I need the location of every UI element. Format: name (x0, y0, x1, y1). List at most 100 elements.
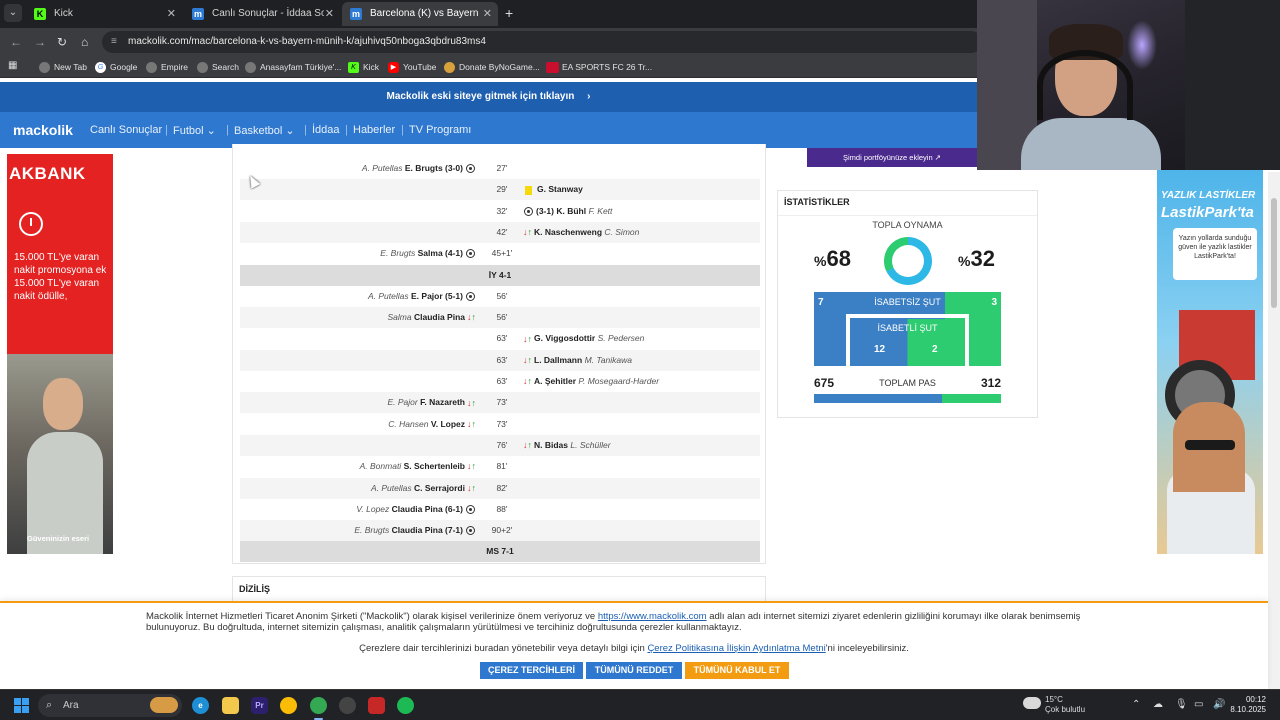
substitution-icon: ↓↑ (467, 397, 476, 408)
close-icon[interactable]: ✕ (325, 2, 334, 26)
nav-futbol[interactable]: Futbol ⌄ (173, 124, 216, 137)
away-event: ↓↑ A. Şehitler P. Mosegaard-Harder (521, 371, 659, 392)
pass-bar-home-fill (814, 394, 942, 403)
cookie-policy-link[interactable]: Çerez Politikasına İlişkin Aydınlatma Me… (647, 643, 825, 654)
akbank-ad[interactable]: AKBANK 15.000 TL'ye varan nakit promosyo… (7, 154, 113, 554)
bookmark-label: Search (212, 62, 239, 72)
event-secondary-player: E. Pajor (387, 397, 418, 408)
ad-line2: LastikPark'ta (1161, 204, 1254, 221)
ea-icon (546, 62, 559, 73)
tab-canli-sonuclar[interactable]: m Canlı Sonuçlar - İddaa Sonuçları ✕ (184, 2, 340, 26)
premiere-icon[interactable]: Pr (251, 697, 268, 714)
chrome-icon[interactable] (280, 697, 297, 714)
event-player: Salma (417, 248, 443, 259)
new-tab-plus-icon[interactable]: + (505, 4, 513, 22)
mackolik-logo[interactable]: mackolik (13, 122, 73, 138)
globe-icon (39, 62, 50, 73)
event-minute: 76' (496, 439, 508, 450)
ad-photo (7, 354, 113, 554)
nav-separator: | (401, 124, 404, 136)
substitution-icon: ↓↑ (523, 333, 532, 344)
apps-grid-icon[interactable]: ▦ (8, 60, 17, 71)
possession-label: TOPLA OYNAMA (872, 220, 943, 230)
nav-iddaa[interactable]: İddaa (312, 124, 340, 136)
bookmark-new-tab[interactable]: New Tab (39, 60, 87, 74)
chrome-profile-icon[interactable] (310, 697, 327, 720)
event-row: 29' G. Stanway (240, 179, 760, 201)
home-event: A. Putellas C. Serrajordi ↓↑ (371, 478, 478, 499)
microphone-icon[interactable]: 🎙 (1175, 699, 1188, 710)
cloud-icon (1023, 697, 1041, 709)
total-pass-row: 675 TOPLAM PAS 312 (814, 376, 1001, 392)
away-event: ↓↑ G. Viggosdottir S. Pedersen (521, 328, 644, 349)
windows-start-icon[interactable] (14, 698, 29, 713)
old-site-banner[interactable]: Mackolik eski siteye gitmek için tıklayı… (0, 82, 977, 112)
obs-icon[interactable] (339, 697, 356, 714)
bookmark-donate[interactable]: Donate ByNoGame... (444, 60, 540, 74)
shots-on-away: 2 (932, 344, 938, 355)
shots-off-target-box: İSABETSİZ ŞUT 7 3 İSABETLİ ŞUT 12 2 (814, 292, 1001, 366)
back-arrow-icon[interactable]: ← (10, 34, 22, 50)
spotify-icon[interactable] (397, 697, 414, 714)
display-icon[interactable]: ▭ (1194, 699, 1203, 710)
event-secondary-player: S. Pedersen (597, 333, 645, 344)
nav-tv-programi[interactable]: TV Programı (409, 124, 471, 136)
weather-desc: Çok bulutlu (1045, 705, 1086, 714)
edge-icon[interactable]: e (192, 697, 209, 714)
bookmark-kick[interactable]: K Kick (348, 60, 379, 74)
clock-time: 00:12 (1245, 695, 1266, 704)
nav-canli-sonuclar[interactable]: Canlı Sonuçlar (90, 124, 162, 136)
accept-all-button[interactable]: TÜMÜNÜ KABUL ET (685, 662, 789, 679)
home-icon[interactable]: ⌂ (81, 34, 88, 50)
tab-kick[interactable]: K Kick ✕ (26, 2, 182, 26)
yellow-card-icon (525, 185, 532, 195)
url-input[interactable]: ≡ mackolik.com/mac/barcelona-k-vs-bayern… (102, 31, 982, 53)
stats-title: İSTATİSTİKLER (784, 197, 850, 207)
close-icon[interactable]: ✕ (167, 2, 176, 26)
event-secondary-player: C. Simon (604, 226, 640, 237)
portfolio-ad[interactable]: Şimdi portföyünüze ekleyin ↗ (807, 148, 977, 167)
bookmark-google[interactable]: G Google (95, 60, 137, 74)
file-explorer-icon[interactable] (222, 697, 239, 714)
taskbar-clock[interactable]: 00:12 8.10.2025 (1226, 695, 1266, 715)
bookmark-empire[interactable]: Empire (146, 60, 188, 74)
half-score-row: MS 7-1 (240, 541, 760, 563)
close-icon[interactable]: ✕ (483, 2, 492, 26)
event-secondary-player: A. Putellas (368, 290, 409, 301)
event-score: (3-0) (445, 163, 463, 173)
volume-icon[interactable]: 🔊 (1213, 699, 1225, 710)
ad-bubble: Yazın yollarda sunduğu güven ile yazlık … (1173, 228, 1257, 280)
event-secondary-player: M. Tanikawa (584, 354, 632, 365)
lastikpark-ad[interactable]: YAZLIK LASTİKLER LastikPark'ta Yazın yol… (1157, 170, 1263, 554)
nav-haberler[interactable]: Haberler (353, 124, 395, 136)
chevron-right-icon: › (587, 91, 591, 102)
streamer-app-icon[interactable] (368, 697, 385, 714)
forward-arrow-icon[interactable]: → (34, 34, 46, 50)
bookmark-anasayfam[interactable]: Anasayfam Türkiye'... (245, 60, 341, 74)
nav-basketbol[interactable]: Basketbol ⌄ (234, 124, 295, 137)
event-secondary-player: L. Schüller (570, 439, 611, 450)
site-info-icon[interactable]: ≡ (111, 31, 117, 53)
cookie-preferences-button[interactable]: ÇEREZ TERCİHLERİ (480, 662, 583, 679)
scrollbar-thumb[interactable] (1271, 198, 1277, 308)
onedrive-icon[interactable]: ☁ (1153, 699, 1163, 710)
bookmark-search[interactable]: Search (197, 60, 239, 74)
cookie-text-part: 'ni inceleyebilirsiniz. (825, 643, 909, 654)
tab-search-chevron-icon[interactable]: ⌄ (4, 4, 22, 22)
bookmark-youtube[interactable]: ▶ YouTube (388, 60, 436, 74)
home-event: Salma Claudia Pina ↓↑ (388, 307, 478, 328)
mackolik-link[interactable]: https://www.mackolik.com (598, 611, 707, 622)
substitution-icon: ↓↑ (467, 312, 476, 323)
reject-all-button[interactable]: TÜMÜNÜ REDDET (586, 662, 682, 679)
weather-widget[interactable]: 15°C Çok bulutlu (1023, 695, 1085, 715)
taskbar-search[interactable]: ⌕ Ara (38, 694, 182, 717)
event-score: (5-1) (445, 290, 463, 301)
goal-ball-icon (466, 249, 475, 259)
pass-bar (814, 394, 1001, 403)
page-scrollbar[interactable] (1268, 172, 1280, 692)
tab-barcelona-bayern[interactable]: m Barcelona (K) vs Bayern Münih ✕ (342, 2, 498, 26)
bookmark-ea-sports[interactable]: EA SPORTS FC 26 Tr... (546, 60, 652, 74)
chevron-up-icon[interactable]: ⌃ (1132, 699, 1140, 710)
reload-icon[interactable]: ↻ (57, 34, 67, 50)
event-row: 45+1' E. Brugts Salma (4-1) (240, 243, 760, 264)
